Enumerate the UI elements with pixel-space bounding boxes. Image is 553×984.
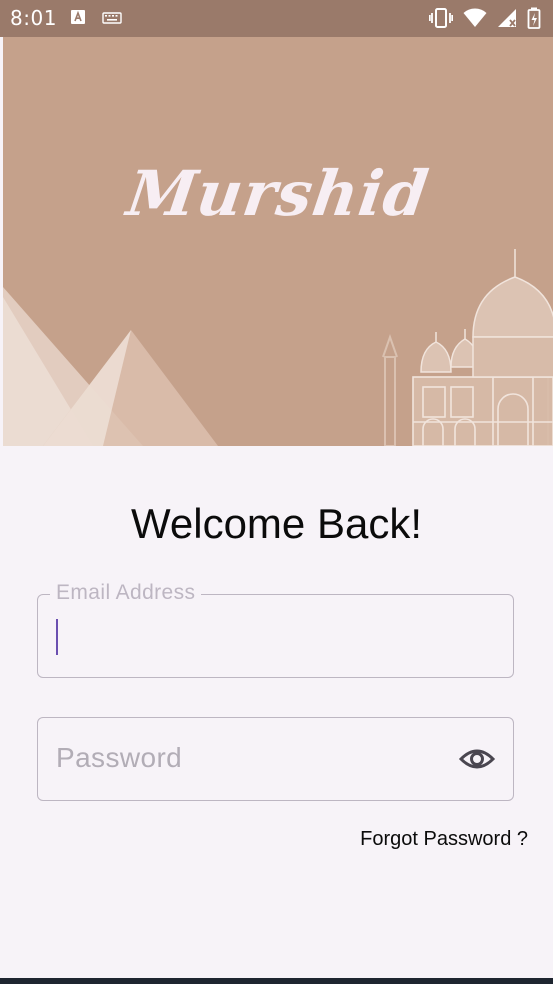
app-screen: 8:01 Murshid Welcome Back! Email Address… [0, 0, 553, 984]
keyboard-icon [102, 10, 122, 29]
text-cursor [56, 619, 58, 655]
status-left-icons [70, 9, 122, 29]
app-logo: Murshid [122, 157, 434, 230]
page-title: Welcome Back! [131, 500, 422, 547]
password-placeholder: Password [56, 742, 183, 773]
status-right-icons [428, 7, 541, 33]
vibrate-icon [428, 7, 454, 33]
password-field[interactable]: Password [37, 717, 514, 801]
text-a-icon [70, 9, 86, 29]
eye-icon[interactable] [458, 744, 496, 774]
status-bar: 8:01 [0, 0, 553, 37]
landmarks-illustration [3, 249, 553, 446]
battery-icon [527, 7, 541, 33]
email-label: Email Address [50, 581, 202, 605]
header-banner: Murshid [3, 37, 553, 446]
signal-icon [497, 8, 517, 32]
system-nav-bar [0, 978, 553, 984]
email-field[interactable]: Email Address [37, 581, 514, 678]
forgot-password-link[interactable]: Forgot Password ? [360, 828, 528, 851]
wifi-icon [463, 8, 487, 32]
status-time: 8:01 [10, 6, 57, 30]
